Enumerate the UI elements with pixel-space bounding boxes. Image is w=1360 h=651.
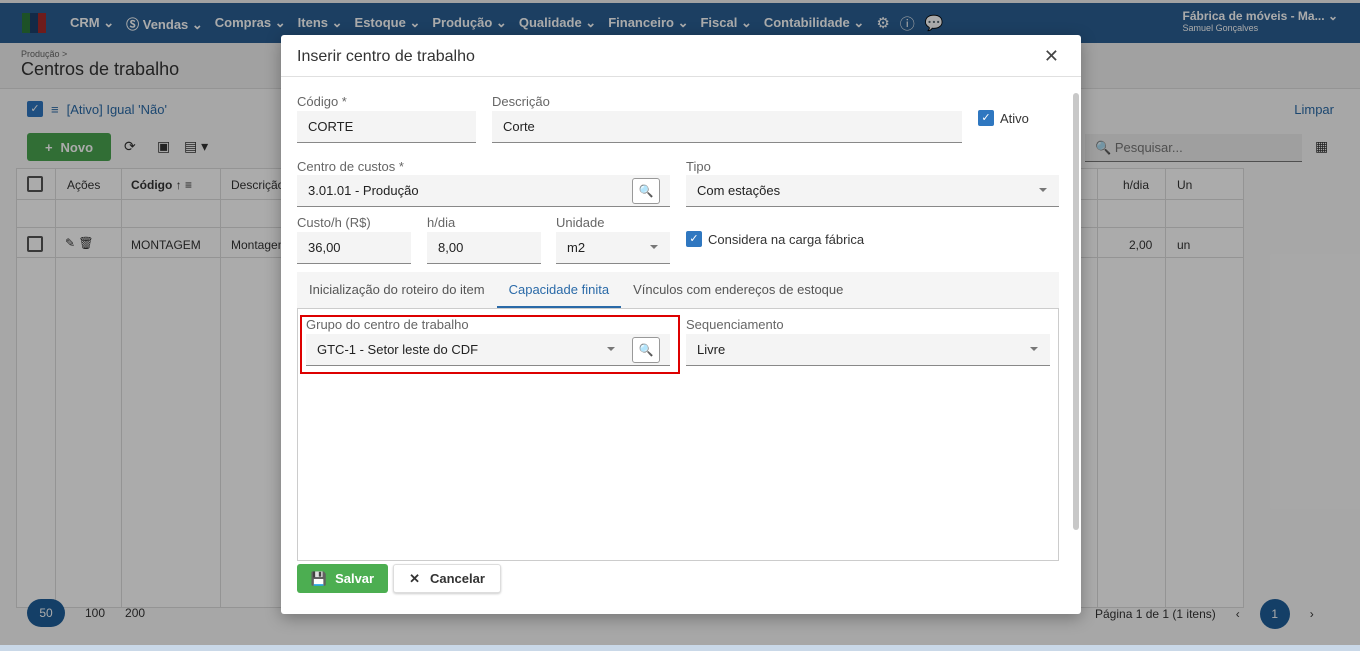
cancel-button[interactable]: ✕ Cancelar xyxy=(393,564,501,593)
sequenciamento-select[interactable]: Livre xyxy=(686,334,1050,366)
dialog-tabs: Inicialização do roteiro do item Capacid… xyxy=(297,272,1059,309)
hdia-input[interactable]: 8,00 xyxy=(427,232,541,264)
unidade-select[interactable]: m2 xyxy=(556,232,670,264)
close-icon: ✕ xyxy=(409,570,420,586)
grupo-label: Grupo do centro de trabalho xyxy=(306,317,469,332)
hdia-label: h/dia xyxy=(427,215,456,230)
tipo-select[interactable]: Com estações xyxy=(686,175,1059,207)
save-button[interactable]: 💾 Salvar xyxy=(297,564,388,593)
dialog-scrollbar[interactable] xyxy=(1073,93,1079,530)
custo-input[interactable]: 36,00 xyxy=(297,232,411,264)
save-icon: 💾 xyxy=(310,570,328,586)
ativo-checkbox[interactable]: ✓ Ativo xyxy=(978,110,1029,126)
unidade-label: Unidade xyxy=(556,215,605,230)
close-icon[interactable]: ✕ xyxy=(1044,46,1059,67)
tab-vinculos[interactable]: Vínculos com endereços de estoque xyxy=(621,272,855,308)
tab-capacidade-finita[interactable]: Capacidade finita xyxy=(496,272,622,308)
descricao-input[interactable]: Corte xyxy=(492,111,962,143)
custo-label: Custo/h (R$) xyxy=(297,215,371,230)
insert-work-center-dialog: Inserir centro de trabalho ✕ Código * COR… xyxy=(281,35,1081,614)
tab-inicializacao[interactable]: Inicialização do roteiro do item xyxy=(297,272,497,308)
centro-custos-select[interactable]: 3.01.01 - Produção xyxy=(297,175,670,207)
search-icon[interactable]: 🔍 xyxy=(632,337,660,363)
search-icon[interactable]: 🔍 xyxy=(632,178,660,204)
codigo-label: Código * xyxy=(297,94,347,109)
tipo-label: Tipo xyxy=(686,159,711,174)
codigo-input[interactable]: CORTE xyxy=(297,111,476,143)
centro-custos-label: Centro de custos * xyxy=(297,159,404,174)
grupo-select[interactable]: GTC-1 - Setor leste do CDF xyxy=(306,334,670,366)
sequenciamento-label: Sequenciamento xyxy=(686,317,784,332)
descricao-label: Descrição xyxy=(492,94,550,109)
considera-carga-checkbox[interactable]: ✓ Considera na carga fábrica xyxy=(686,231,864,247)
dialog-title: Inserir centro de trabalho xyxy=(297,48,475,65)
